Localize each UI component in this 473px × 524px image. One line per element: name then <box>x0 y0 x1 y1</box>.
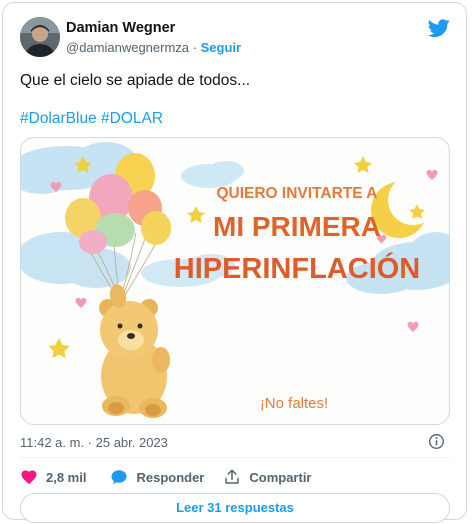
tweet-text: Que el cielo se apiade de todos... <box>20 72 251 89</box>
cloud-mid-right <box>181 161 244 188</box>
reply-button[interactable]: Responder <box>110 468 204 486</box>
moon-icon <box>371 175 438 238</box>
share-icon <box>225 469 240 484</box>
author-name[interactable]: Damian Wegner <box>66 20 175 36</box>
author-handle[interactable]: @damianwegnermza <box>66 40 189 55</box>
like-count: 2,8 mil <box>46 469 87 485</box>
handle-separator: · <box>192 40 197 55</box>
reply-label: Responder <box>136 469 205 485</box>
read-replies-button[interactable]: Leer 31 respuestas <box>20 493 450 523</box>
divider <box>20 457 450 458</box>
hashtag-dolar[interactable]: #DOLAR <box>101 110 163 127</box>
hashtags: #DolarBlue #DOLAR <box>20 110 163 128</box>
reply-bubble-icon <box>111 470 127 485</box>
like-button[interactable]: 2,8 mil <box>20 468 86 486</box>
invite-line-4: ¡No faltes! <box>260 395 328 412</box>
avatar[interactable] <box>20 17 60 57</box>
follow-button[interactable]: Seguir <box>201 40 241 55</box>
teddy-bear-icon <box>99 284 170 418</box>
invitation-illustration: QUIERO INVITARTE A MI PRIMERA HIPERINFLA… <box>21 142 449 418</box>
invite-line-2: MI PRIMERA <box>213 211 381 242</box>
invite-line-1: QUIERO INVITARTE A <box>216 185 377 202</box>
balloon-yellow-right <box>141 211 171 245</box>
invite-line-3: HIPERINFLACIÓN <box>174 251 421 285</box>
heart-icon <box>21 470 37 485</box>
share-button[interactable]: Compartir <box>223 468 312 486</box>
info-icon[interactable] <box>428 433 445 450</box>
handle-row: @damianwegnermza · Seguir <box>66 40 241 55</box>
hashtag-dolarblue[interactable]: #DolarBlue <box>20 110 97 127</box>
twitter-logo-icon[interactable] <box>428 17 450 39</box>
share-label: Compartir <box>249 469 312 485</box>
tweet-image[interactable]: QUIERO INVITARTE A MI PRIMERA HIPERINFLA… <box>20 137 450 425</box>
tweet-timestamp[interactable]: 11:42 a. m. · 25 abr. 2023 <box>20 435 168 450</box>
action-bar: 2,8 mil Responder Compartir <box>20 467 312 487</box>
balloon-pink-small <box>79 230 107 254</box>
avatar-image <box>20 17 60 57</box>
tweet-card: Damian Wegner @damianwegnermza · Seguir … <box>2 2 467 523</box>
